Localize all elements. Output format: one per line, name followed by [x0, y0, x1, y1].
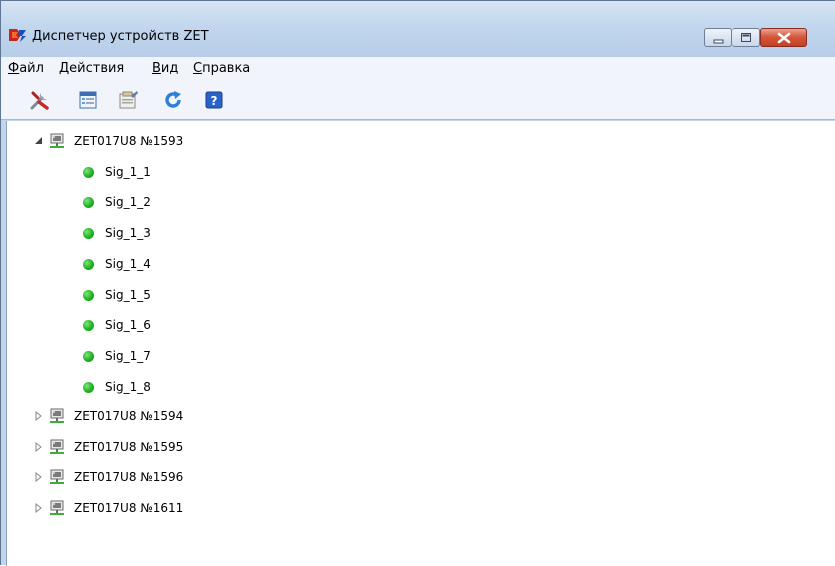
expand-arrow-icon[interactable]	[34, 503, 44, 513]
help-button[interactable]: ?	[203, 89, 225, 111]
device-icon	[50, 133, 64, 148]
menu-file[interactable]: Файл	[8, 61, 44, 76]
title-bar[interactable]: Диспетчер устройств ZET	[1, 1, 835, 57]
menu-actions[interactable]: Действия	[59, 61, 124, 76]
device-icon	[50, 408, 64, 423]
svg-text:?: ?	[211, 94, 218, 108]
device-icon	[50, 500, 64, 515]
device-label: ZET017U8 №1611	[74, 501, 184, 515]
minimize-button[interactable]	[704, 28, 732, 47]
channel-label: Sig_1_1	[105, 165, 151, 179]
channel-status-icon	[83, 320, 94, 331]
channel-label: Sig_1_5	[105, 288, 151, 302]
channel-status-icon	[83, 167, 94, 178]
toolbar: ?	[1, 81, 835, 120]
window-title: Диспетчер устройств ZET	[32, 29, 209, 44]
device-label: ZET017U8 №1593	[74, 134, 184, 148]
minimize-icon	[713, 39, 724, 44]
help-icon: ?	[205, 91, 223, 109]
channel-status-icon	[83, 259, 94, 270]
device-label: ZET017U8 №1594	[74, 409, 184, 423]
maximize-icon	[741, 33, 751, 42]
channel-status-icon	[83, 290, 94, 301]
menu-bar: Файл Действия Вид Справка	[1, 57, 835, 81]
zet-app-icon	[8, 27, 28, 43]
refresh-icon	[165, 91, 181, 108]
channel-label: Sig_1_7	[105, 349, 151, 363]
channel-status-icon	[83, 197, 94, 208]
menu-view[interactable]: Вид	[152, 61, 178, 76]
channel-label: Sig_1_3	[105, 226, 151, 240]
tools-button[interactable]	[29, 89, 51, 111]
device-label: ZET017U8 №1595	[74, 440, 184, 454]
maximize-button[interactable]	[732, 28, 760, 47]
device-icon	[50, 469, 64, 484]
expand-arrow-icon[interactable]	[34, 442, 44, 452]
device-tree[interactable]: ZET017U8 №1593 Sig_1_1 Sig_1_2 Sig_1_3 S…	[6, 121, 835, 566]
channel-label: Sig_1_2	[105, 195, 151, 209]
channel-status-icon	[83, 228, 94, 239]
expand-arrow-icon[interactable]	[34, 411, 44, 421]
channel-label: Sig_1_8	[105, 380, 151, 394]
properties-button[interactable]	[77, 89, 99, 111]
close-icon	[777, 32, 791, 44]
expand-arrow-icon[interactable]	[34, 472, 44, 482]
refresh-button[interactable]	[162, 89, 184, 111]
device-label: ZET017U8 №1596	[74, 470, 184, 484]
channel-label: Sig_1_6	[105, 318, 151, 332]
close-button[interactable]	[760, 28, 807, 47]
device-config-button[interactable]	[117, 89, 139, 111]
channel-status-icon	[83, 382, 94, 393]
collapse-arrow-icon[interactable]	[34, 136, 44, 146]
menu-help[interactable]: Справка	[193, 61, 250, 76]
channel-status-icon	[83, 351, 94, 362]
device-manager-window: Диспетчер устройств ZET Файл Действия Ви…	[0, 0, 835, 566]
tools-icon	[30, 91, 49, 110]
device-icon	[50, 439, 64, 454]
properties-icon	[79, 91, 97, 109]
channel-label: Sig_1_4	[105, 257, 151, 271]
device-config-icon	[119, 91, 138, 109]
